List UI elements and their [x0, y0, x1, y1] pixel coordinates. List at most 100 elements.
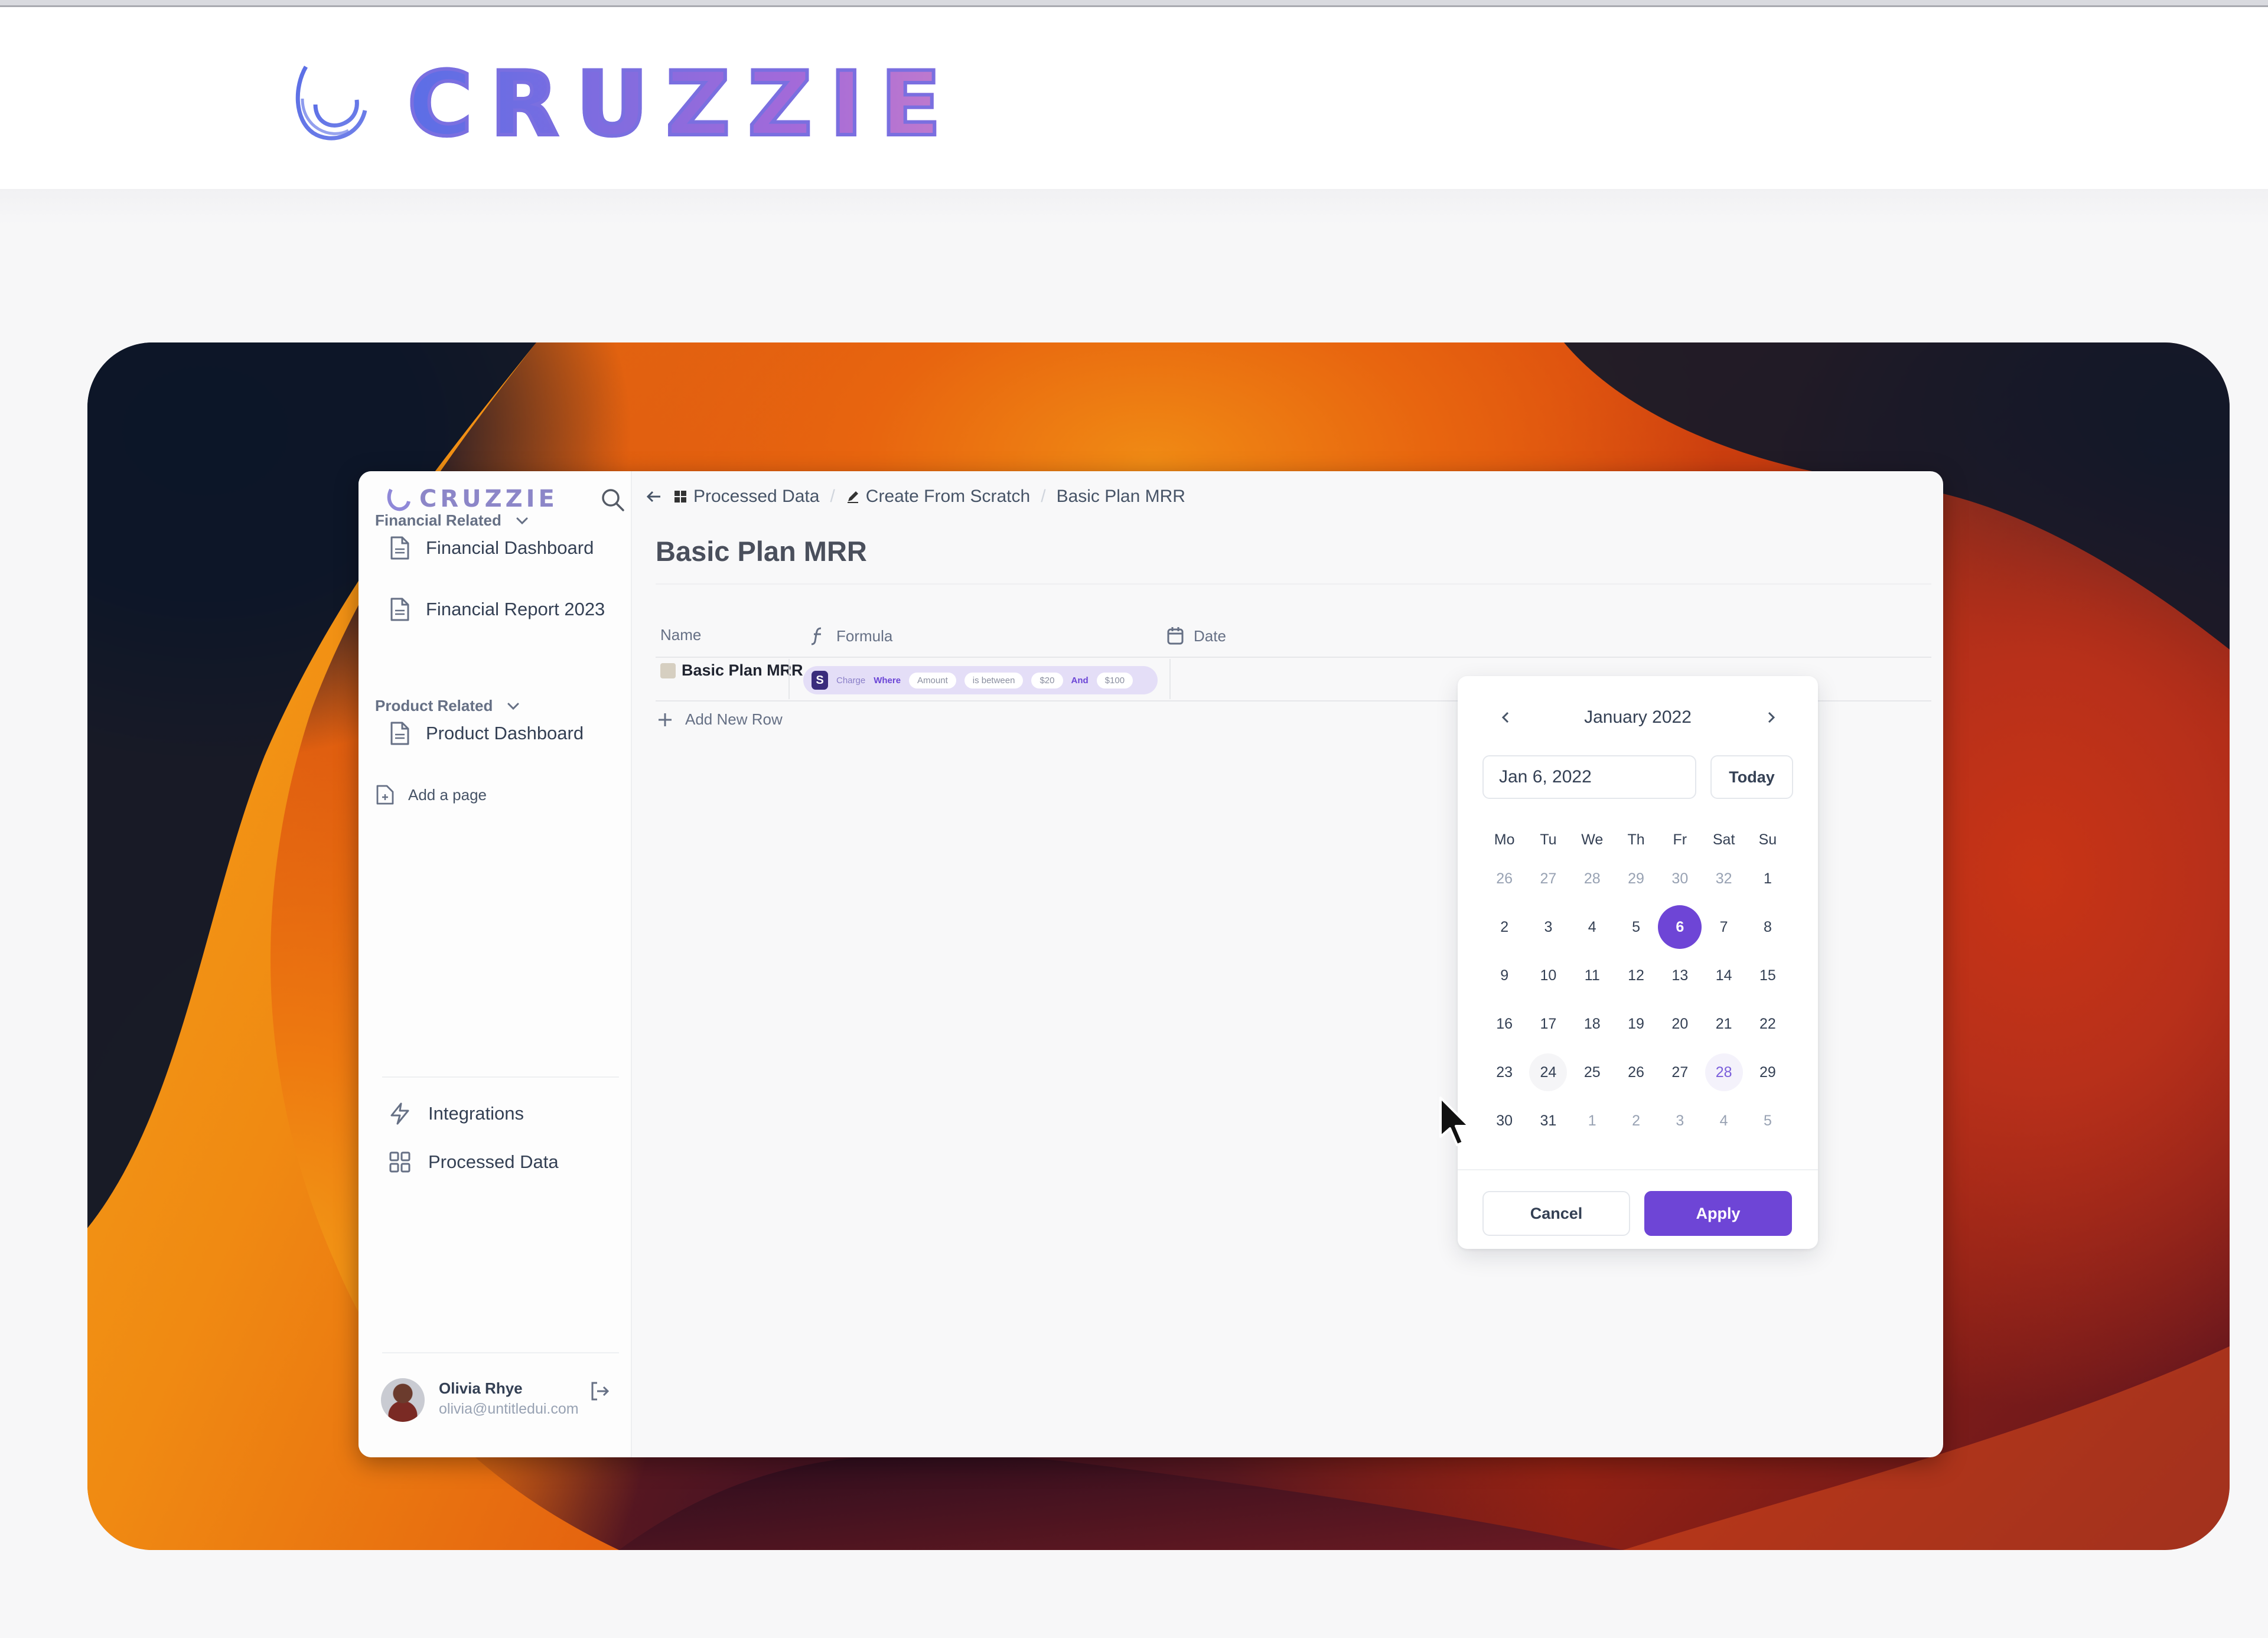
formula-cell[interactable]: S Charge Where Amount is between $20 And…	[803, 666, 1158, 694]
row-name: Basic Plan MRR	[682, 661, 803, 679]
site-logo[interactable]: CRUZZIE	[289, 58, 959, 151]
sidebar: CRUZZIE Financial Related Financial Dash…	[359, 471, 632, 1457]
logout-icon[interactable]	[589, 1381, 610, 1402]
calendar-day[interactable]: 11	[1570, 951, 1614, 1000]
formula-field-chip[interactable]: Amount	[909, 672, 956, 689]
calendar-day[interactable]: 16	[1482, 1000, 1526, 1048]
today-button[interactable]: Today	[1710, 755, 1793, 799]
column-header-formula[interactable]: Formula	[809, 626, 892, 646]
pen-icon	[847, 491, 858, 503]
mouse-cursor-icon	[1439, 1097, 1470, 1146]
calendar-day[interactable]: 8	[1746, 903, 1790, 951]
sidebar-section-financial-related[interactable]: Financial Related	[375, 511, 530, 530]
calendar-day[interactable]: 3	[1526, 903, 1570, 951]
calendar-day[interactable]: 10	[1526, 951, 1570, 1000]
formula-operator-chip[interactable]: is between	[964, 672, 1024, 689]
calendar-day[interactable]: 5	[1614, 903, 1658, 951]
weekday-label: Sat	[1712, 831, 1735, 848]
search-icon[interactable]	[599, 487, 625, 513]
sidebar-logo[interactable]: CRUZZIE	[385, 484, 558, 514]
calendar-day-outside-month[interactable]: 1	[1570, 1097, 1614, 1145]
calendar-day-outside-month[interactable]: 3	[1658, 1097, 1702, 1145]
calendar-day[interactable]: 21	[1702, 1000, 1745, 1048]
calendar-day[interactable]: 26	[1614, 1048, 1658, 1097]
next-month-button[interactable]	[1759, 706, 1783, 729]
calendar-day[interactable]: 19	[1614, 1000, 1658, 1048]
site-header: CRUZZIE	[0, 7, 2268, 224]
calendar-day[interactable]: 28	[1702, 1048, 1745, 1097]
user-email: olivia@untitledui.com	[439, 1401, 579, 1417]
calendar-day[interactable]: 17	[1526, 1000, 1570, 1048]
calendar-day-outside-month[interactable]: 29	[1614, 854, 1658, 903]
calendar-day-outside-month[interactable]: 28	[1570, 854, 1614, 903]
apply-button[interactable]: Apply	[1644, 1191, 1792, 1236]
calendar-day[interactable]: 13	[1658, 951, 1702, 1000]
cancel-button[interactable]: Cancel	[1482, 1191, 1630, 1236]
calendar-day[interactable]: 18	[1570, 1000, 1614, 1048]
sidebar-item-product-dashboard[interactable]: Product Dashboard	[388, 720, 584, 746]
calendar-day[interactable]: 25	[1570, 1048, 1614, 1097]
table-row-name-cell[interactable]: Basic Plan MRR	[660, 661, 803, 680]
formula-value-chip[interactable]: $100	[1096, 672, 1133, 689]
day-number: 10	[1540, 967, 1557, 984]
title-divider	[656, 583, 1931, 585]
calendar-day-outside-month[interactable]: 5	[1746, 1097, 1790, 1145]
popover-divider	[1458, 1169, 1818, 1170]
add-page-button[interactable]: Add a page	[375, 784, 487, 805]
file-plus-icon	[376, 785, 394, 805]
calendar-day[interactable]: 29	[1746, 1048, 1790, 1097]
calendar-day[interactable]: 14	[1702, 951, 1745, 1000]
calendar-day[interactable]: 27	[1658, 1048, 1702, 1097]
calendar-day-outside-month[interactable]: 30	[1658, 854, 1702, 903]
column-header-name[interactable]: Name	[660, 626, 701, 644]
sidebar-item-processed-data[interactable]: Processed Data	[388, 1150, 559, 1174]
calendar-day-outside-month[interactable]: 27	[1526, 854, 1570, 903]
arrow-left-icon[interactable]	[645, 488, 663, 505]
chevron-right-icon	[1768, 712, 1775, 723]
weekday-label: Tu	[1540, 831, 1557, 848]
calendar-day[interactable]: 24	[1526, 1048, 1570, 1097]
breadcrumb-create-from-scratch[interactable]: Create From Scratch	[846, 487, 1030, 507]
calendar-day[interactable]: 23	[1482, 1048, 1526, 1097]
day-number: 32	[1715, 870, 1732, 887]
date-input[interactable]: Jan 6, 2022	[1482, 755, 1696, 799]
calendar-day[interactable]: 20	[1658, 1000, 1702, 1048]
calendar-day-outside-month[interactable]: 26	[1482, 854, 1526, 903]
formula-value-chip[interactable]: $20	[1031, 672, 1063, 689]
calendar-day[interactable]: 4	[1570, 903, 1614, 951]
calendar-day-outside-month[interactable]: 2	[1614, 1097, 1658, 1145]
calendar-day[interactable]: 22	[1746, 1000, 1790, 1048]
day-number: 4	[1588, 918, 1596, 935]
sidebar-wordmark: CRUZZIE	[419, 485, 558, 513]
calendar-day[interactable]: 12	[1614, 951, 1658, 1000]
calendar-day[interactable]: 9	[1482, 951, 1526, 1000]
day-number: 29	[1759, 1063, 1776, 1081]
add-new-row-button[interactable]: Add New Row	[657, 710, 783, 729]
breadcrumb-basic-plan-mrr[interactable]: Basic Plan MRR	[1057, 487, 1185, 507]
calendar-day[interactable]: 31	[1526, 1097, 1570, 1145]
calendar-day[interactable]: 2	[1482, 903, 1526, 951]
sidebar-item-financial-dashboard[interactable]: Financial Dashboard	[388, 535, 594, 561]
day-number: 2	[1500, 918, 1509, 935]
weekday-label: Fr	[1673, 831, 1687, 848]
column-header-date[interactable]: Date	[1166, 626, 1226, 646]
breadcrumb-label: Create From Scratch	[865, 487, 1031, 506]
day-number: 1	[1588, 1112, 1596, 1129]
calendar-day-selected[interactable]: 6	[1658, 903, 1702, 951]
avatar[interactable]	[381, 1378, 425, 1422]
calendar-day-outside-month[interactable]: 32	[1702, 854, 1745, 903]
sidebar-item-financial-report-2023[interactable]: Financial Report 2023	[388, 596, 605, 622]
breadcrumb-processed-data[interactable]: Processed Data	[673, 487, 819, 507]
calendar-day[interactable]: 7	[1702, 903, 1745, 951]
calendar-day[interactable]: 15	[1746, 951, 1790, 1000]
section-label: Product Related	[375, 697, 493, 714]
day-number: 9	[1500, 967, 1509, 984]
logo-mark-icon	[387, 488, 410, 511]
day-number: 29	[1628, 870, 1644, 887]
breadcrumb-label: Processed Data	[693, 487, 820, 506]
calendar-day[interactable]: 30	[1482, 1097, 1526, 1145]
sidebar-item-integrations[interactable]: Integrations	[388, 1102, 524, 1125]
sidebar-section-product-related[interactable]: Product Related	[375, 697, 521, 715]
calendar-day[interactable]: 1	[1746, 854, 1790, 903]
calendar-day-outside-month[interactable]: 4	[1702, 1097, 1745, 1145]
